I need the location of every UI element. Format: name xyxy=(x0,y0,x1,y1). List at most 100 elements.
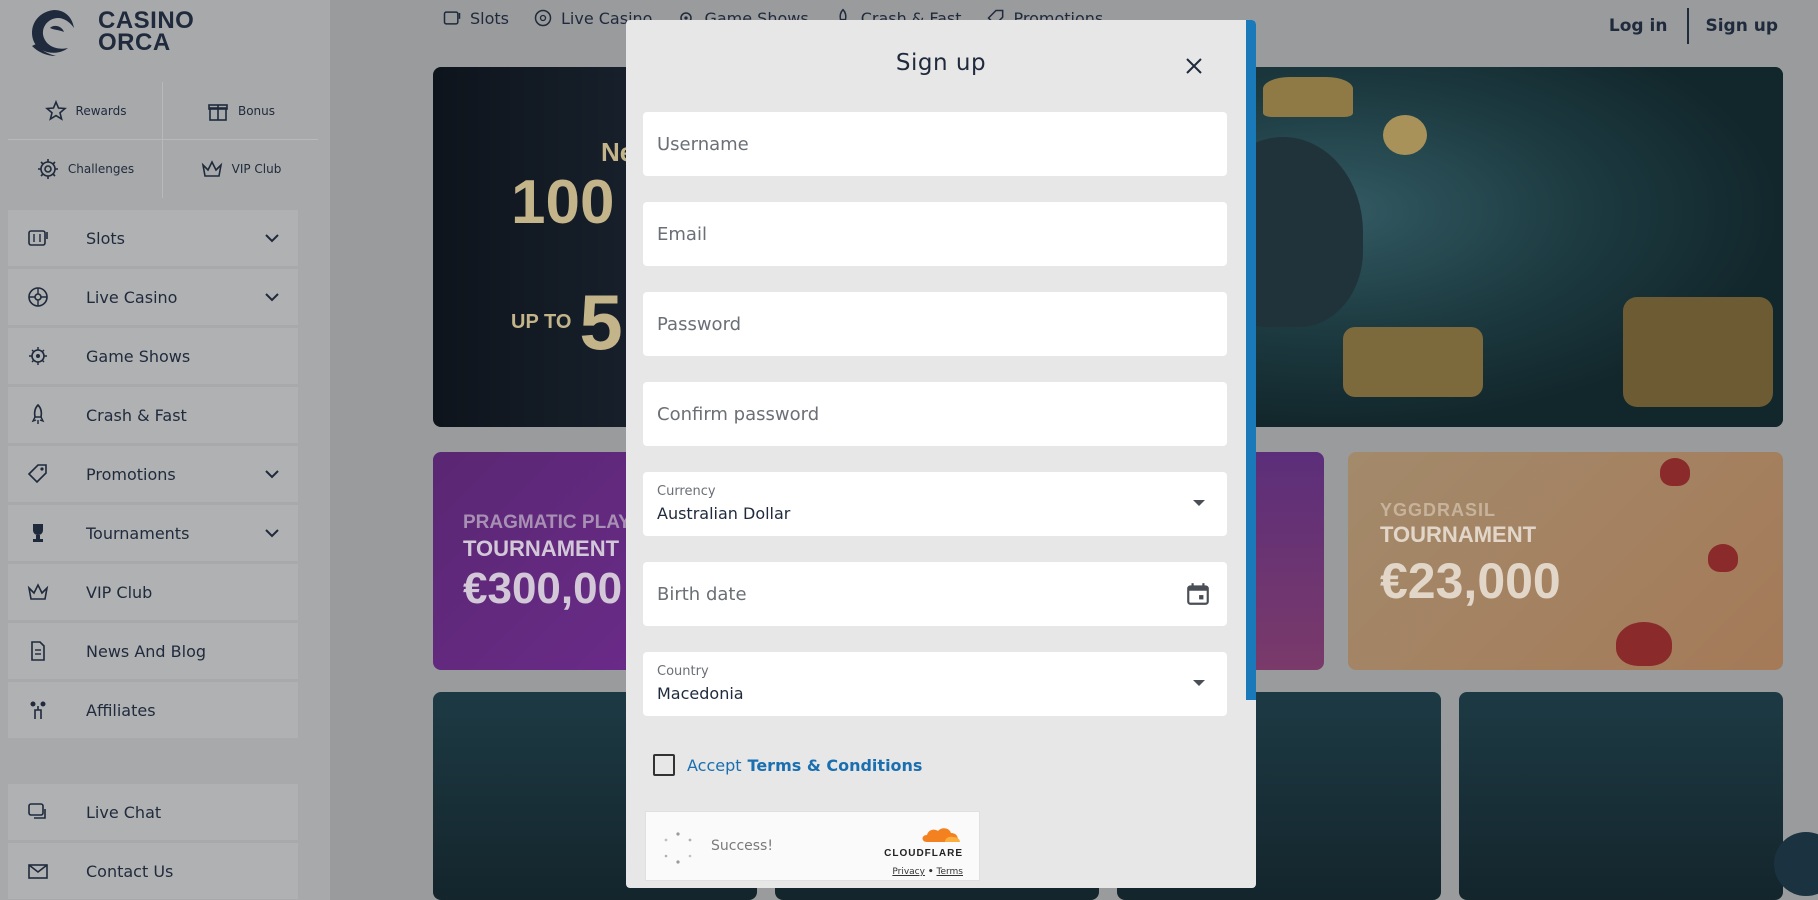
sidebar-item-vip-club[interactable]: VIP Club xyxy=(8,564,298,620)
auth-links: Log in Sign up xyxy=(1589,8,1778,44)
country-label: Country xyxy=(657,664,709,679)
sidebar-item-tournaments[interactable]: Tournaments xyxy=(8,505,298,561)
chevron-down-icon[interactable] xyxy=(262,523,282,543)
quick-link-bonus[interactable]: Bonus xyxy=(163,82,318,140)
currency-value: Australian Dollar xyxy=(657,504,791,523)
captcha-terms-link[interactable]: Terms xyxy=(936,867,963,877)
quick-link-vip-club[interactable]: VIP Club xyxy=(163,140,318,198)
username-field[interactable] xyxy=(643,112,1227,176)
terms-checkbox[interactable] xyxy=(653,754,675,776)
sidebar-nav: Slots Live Casino Game Shows Crash & Fas… xyxy=(8,210,298,741)
heart-decoration xyxy=(1660,458,1690,486)
sidebar-item-label: VIP Club xyxy=(86,582,153,602)
sidebar-item-contact-us[interactable]: Contact Us xyxy=(8,843,298,899)
email-field[interactable] xyxy=(643,202,1227,266)
country-value: Macedonia xyxy=(657,684,744,703)
email-input[interactable] xyxy=(643,202,1227,266)
sidebar-support: Live Chat Contact Us xyxy=(8,784,298,900)
dropdown-caret-icon xyxy=(1193,680,1205,686)
sidebar-item-label: Crash & Fast xyxy=(86,405,187,425)
quick-link-label: Rewards xyxy=(75,103,127,118)
banner-title: TOURNAMENT xyxy=(463,536,620,561)
signup-modal: Sign up Currency Australian Dollar Count… xyxy=(626,20,1256,888)
captcha-widget: Success! CLOUDFLARE Privacy • Terms xyxy=(645,811,980,881)
confirm-password-field[interactable] xyxy=(643,382,1227,446)
sidebar-item-promotions[interactable]: Promotions xyxy=(8,446,298,502)
trophy-icon xyxy=(24,519,52,547)
sidebar-item-slots[interactable]: Slots xyxy=(8,210,298,266)
banner-prize: €23,000 xyxy=(1380,553,1561,609)
captcha-links: Privacy • Terms xyxy=(875,867,963,877)
brand-name: CASINO ORCA xyxy=(98,7,195,56)
birth-date-field[interactable] xyxy=(643,562,1227,626)
sidebar-item-live-chat[interactable]: Live Chat xyxy=(8,784,298,840)
star-badge-icon xyxy=(44,99,67,121)
quick-links: Rewards Bonus Challenges VIP Club xyxy=(8,82,318,198)
quick-link-label: Bonus xyxy=(237,103,276,118)
quick-link-challenges[interactable]: Challenges xyxy=(8,140,163,198)
yggdrasil-tournament-banner[interactable]: YGGDRASIL TOURNAMENT €23,000 xyxy=(1348,452,1783,670)
password-field[interactable] xyxy=(643,292,1227,356)
cloudflare-wordmark: CLOUDFLARE xyxy=(884,848,963,859)
password-input[interactable] xyxy=(643,292,1227,356)
banner-prize: €300,00 xyxy=(463,564,623,613)
quick-link-rewards[interactable]: Rewards xyxy=(8,82,163,140)
terms-row: Accept Terms & Conditions xyxy=(653,754,922,776)
country-select[interactable]: Country Macedonia xyxy=(643,652,1227,716)
envelope-icon xyxy=(24,857,52,885)
calendar-icon[interactable] xyxy=(1185,581,1211,607)
brand-logo[interactable]: CASINO ORCA xyxy=(24,6,244,58)
document-icon xyxy=(24,637,52,665)
tag-icon xyxy=(24,460,52,488)
topnav-item-label: Slots xyxy=(470,8,509,28)
sidebar-item-live-casino[interactable]: Live Casino xyxy=(8,269,298,325)
banner-brand: PRAGMATIC PLAY xyxy=(463,512,631,533)
sidebar-item-label: Affiliates xyxy=(86,700,156,720)
cloudflare-logo: CLOUDFLARE Privacy • Terms xyxy=(875,826,963,877)
slot-machine-icon xyxy=(24,224,52,252)
affiliate-icon xyxy=(24,696,52,724)
captcha-status: Success! xyxy=(711,838,773,854)
captcha-spinner-icon xyxy=(664,832,692,864)
currency-select[interactable]: Currency Australian Dollar xyxy=(643,472,1227,536)
birth-date-input[interactable] xyxy=(643,562,1227,626)
topnav-item-slots[interactable]: Slots xyxy=(442,8,509,28)
sidebar-item-news-blog[interactable]: News And Blog xyxy=(8,623,298,679)
game-tile[interactable] xyxy=(1459,692,1783,900)
quick-link-label: Challenges xyxy=(67,162,135,176)
wheel-icon xyxy=(24,342,52,370)
roulette-icon xyxy=(24,283,52,311)
cloud-icon xyxy=(922,828,960,842)
crown-icon xyxy=(24,578,52,606)
orca-logo-icon xyxy=(32,10,74,56)
confirm-password-input[interactable] xyxy=(643,382,1227,446)
banner-title: TOURNAMENT xyxy=(1380,522,1537,547)
sidebar-item-affiliates[interactable]: Affiliates xyxy=(8,682,298,738)
sidebar-item-label: Contact Us xyxy=(86,861,174,881)
captcha-link-separator: • xyxy=(927,867,934,877)
terms-link[interactable]: Terms & Conditions xyxy=(748,756,923,775)
sidebar-item-game-shows[interactable]: Game Shows xyxy=(8,328,298,384)
chevron-down-icon[interactable] xyxy=(262,228,282,248)
banner-brand: YGGDRASIL xyxy=(1380,500,1497,520)
modal-scrollbar[interactable] xyxy=(1246,20,1256,700)
currency-label: Currency xyxy=(657,484,716,499)
chevron-down-icon[interactable] xyxy=(262,464,282,484)
dropdown-caret-icon xyxy=(1193,500,1205,506)
heart-decoration xyxy=(1708,544,1738,572)
sidebar-item-label: Game Shows xyxy=(86,346,191,366)
sidebar-item-label: Slots xyxy=(86,228,125,248)
hero-line-3: UP TO 5 xyxy=(511,278,623,366)
sidebar-item-label: Live Chat xyxy=(86,802,162,822)
close-icon[interactable] xyxy=(1182,54,1206,78)
chat-icon xyxy=(24,798,52,826)
sidebar-item-crash-fast[interactable]: Crash & Fast xyxy=(8,387,298,443)
login-button[interactable]: Log in xyxy=(1589,16,1688,36)
sidebar-item-label: Promotions xyxy=(86,464,176,484)
chevron-down-icon[interactable] xyxy=(262,287,282,307)
signup-button[interactable]: Sign up xyxy=(1689,16,1778,36)
sidebar-item-label: Tournaments xyxy=(86,523,190,543)
gear-badge-icon xyxy=(37,159,58,179)
captcha-privacy-link[interactable]: Privacy xyxy=(892,867,925,877)
username-input[interactable] xyxy=(643,112,1227,176)
